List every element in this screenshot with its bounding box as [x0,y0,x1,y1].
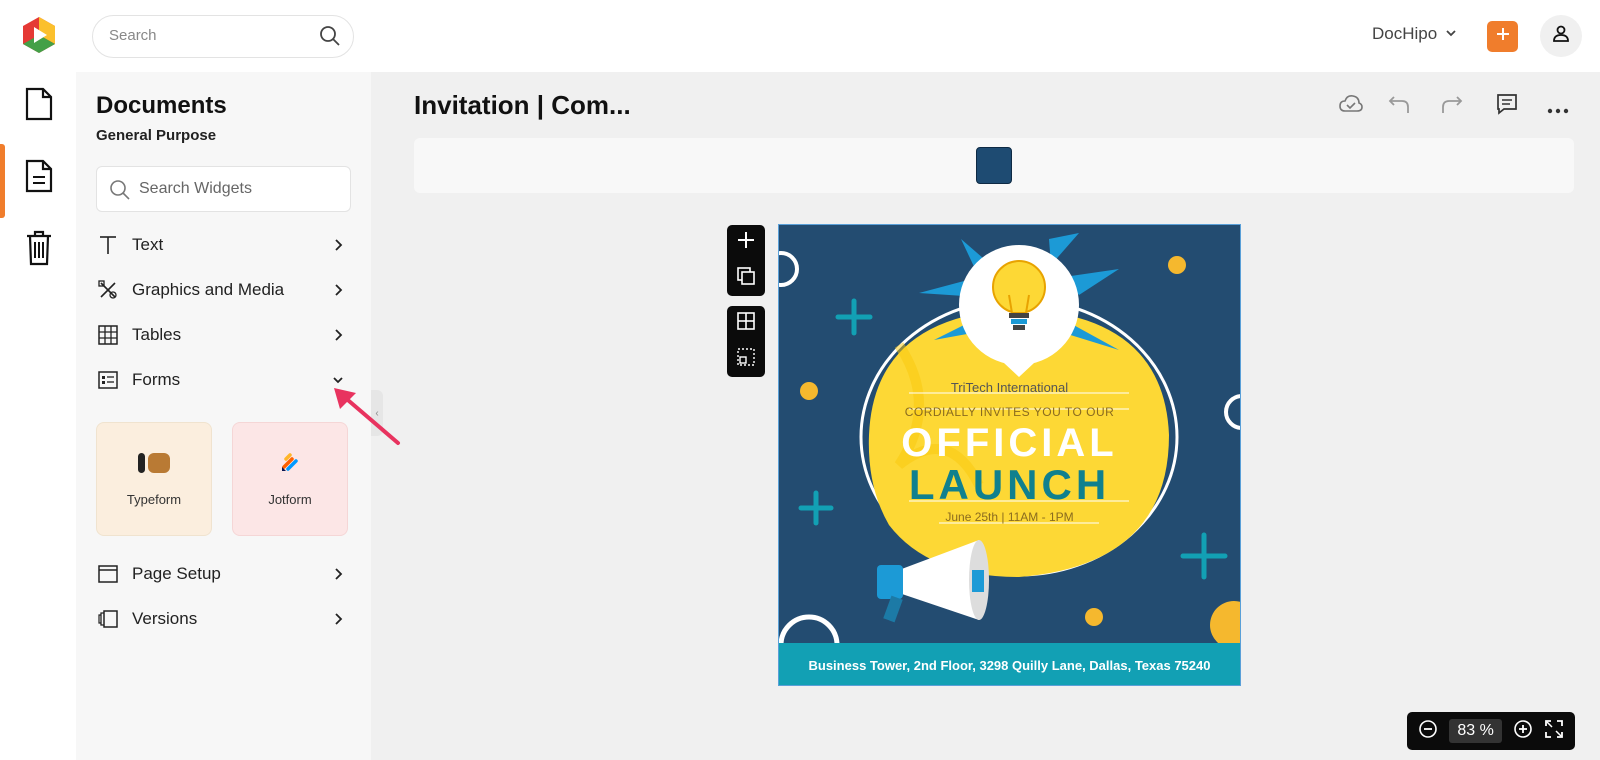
chevron-right-icon [332,282,344,302]
zoom-out-icon[interactable] [1418,719,1438,744]
search-input[interactable] [109,27,309,44]
menu-item-label: Versions [132,609,198,628]
flyer-headline-launch[interactable]: LAUNCH [779,461,1240,509]
menu-item-label: Page Setup [132,564,221,583]
chevron-down-icon [1445,24,1457,44]
graphics-icon [96,278,120,302]
page-setup-icon [96,562,120,586]
widgets-panel: Documents General Purpose Text Graphics … [76,72,371,760]
fullscreen-icon[interactable] [1544,719,1564,744]
add-page-icon[interactable] [736,230,756,255]
sidebar-rail [0,72,76,760]
table-icon [96,323,120,347]
rail-active-indicator [0,144,5,218]
design-canvas[interactable]: TriTech International CORDIALLY INVITES … [778,224,1241,686]
menu-item-versions[interactable]: Versions [96,604,348,634]
grid-icon[interactable] [736,311,756,336]
flyer-invites-text[interactable]: CORDIALLY INVITES YOU TO OUR [779,405,1240,419]
cloud-sync-icon[interactable] [1339,93,1363,120]
layout-tools-group [727,306,765,377]
widget-label: Jotform [268,492,312,507]
workspace-label: DocHipo [1372,24,1438,43]
select-area-icon[interactable] [736,347,756,372]
color-swatch[interactable] [976,147,1012,184]
zoom-controls: 83 % [1407,712,1575,750]
flyer-date[interactable]: June 25th | 11AM - 1PM [779,510,1240,524]
menu-item-text[interactable]: Text [96,230,348,260]
versions-icon [96,607,120,631]
rail-item-current-doc[interactable] [22,158,56,198]
undo-icon[interactable] [1388,93,1410,120]
global-search[interactable] [92,15,354,58]
menu-item-page-setup[interactable]: Page Setup [96,559,348,589]
menu-item-label: Tables [132,325,182,344]
menu-item-tables[interactable]: Tables [96,320,348,350]
redo-icon[interactable] [1441,93,1463,120]
text-icon [96,233,120,257]
chevron-right-icon [332,237,344,257]
user-icon [1551,24,1571,49]
flyer-headline-official[interactable]: OFFICIAL [779,421,1240,466]
search-icon[interactable] [319,25,341,52]
jotform-logo-icon [278,451,302,478]
comment-icon[interactable] [1496,93,1518,120]
chevron-right-icon [332,566,344,586]
rail-item-documents[interactable] [22,86,56,126]
trash-icon [25,230,53,271]
chevron-right-icon [332,611,344,631]
panel-title: Documents [96,92,227,119]
zoom-in-icon[interactable] [1513,719,1533,744]
flyer-company[interactable]: TriTech International [779,380,1240,395]
app-logo[interactable] [20,16,58,54]
workspace-dropdown[interactable]: DocHipo [1372,24,1457,44]
flyer-address[interactable]: Business Tower, 2nd Floor, 3298 Quilly L… [779,643,1240,685]
color-toolbar [414,138,1574,193]
forms-icon [96,368,120,392]
typeform-widget[interactable]: Typeform [96,422,212,536]
typeform-logo-icon [136,451,172,478]
duplicate-page-icon[interactable] [736,266,756,291]
widget-label: Typeform [126,492,182,507]
more-options-icon[interactable] [1547,101,1569,119]
rail-item-trash[interactable] [22,230,56,270]
zoom-value: 83 [1457,722,1476,739]
annotation-arrow [330,385,402,452]
menu-item-graphics[interactable]: Graphics and Media [96,275,348,305]
zoom-unit: % [1479,722,1494,739]
zoom-level[interactable]: 83 % [1449,719,1502,743]
page-tools-group [727,225,765,296]
file-text-icon [25,159,53,198]
widget-search-input[interactable] [139,180,339,198]
menu-item-forms[interactable]: Forms [96,365,348,395]
menu-item-label: Text [132,235,164,254]
search-icon [109,179,131,206]
plus-icon [1495,26,1511,47]
chevron-right-icon [332,327,344,347]
document-title[interactable]: Invitation | Com... [414,90,631,121]
menu-item-label: Forms [132,370,181,389]
user-avatar[interactable] [1540,15,1582,57]
top-bar: DocHipo [0,0,1600,72]
add-button[interactable] [1487,21,1518,52]
document-icon [25,87,53,126]
panel-subtitle: General Purpose [96,127,217,144]
menu-item-label: Graphics and Media [132,280,285,299]
widget-search[interactable] [96,166,351,212]
